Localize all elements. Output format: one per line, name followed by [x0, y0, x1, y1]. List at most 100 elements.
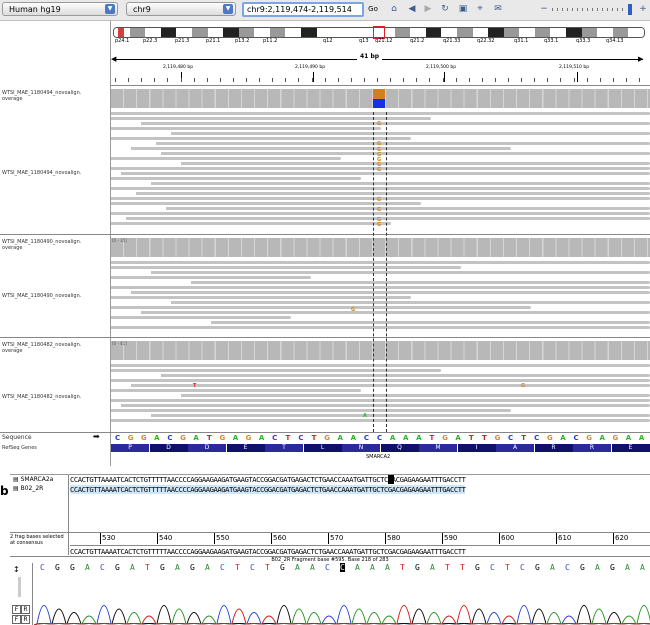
button-r2[interactable]: R: [21, 615, 30, 624]
cytoband-label: q21.33: [443, 38, 461, 44]
refseq-label: RefSeq Genes: [2, 445, 37, 451]
read[interactable]: [211, 321, 650, 324]
minor-tick: [167, 78, 168, 82]
read[interactable]: [111, 127, 381, 130]
sequence-label: Sequence: [2, 434, 32, 441]
read[interactable]: [171, 301, 650, 304]
read[interactable]: [141, 311, 650, 314]
alignment-track[interactable]: G: [111, 261, 650, 335]
read[interactable]: [111, 137, 411, 140]
chromosome-dropdown[interactable]: chr9 ▼: [126, 2, 236, 16]
read[interactable]: [126, 217, 650, 220]
chevron-down-icon: ▼: [223, 4, 233, 14]
zoom-thumb[interactable]: [628, 4, 632, 15]
file-item[interactable]: ▤ B02_2R: [13, 485, 43, 492]
read[interactable]: [141, 122, 650, 125]
read[interactable]: [136, 192, 650, 195]
minor-tick: [626, 78, 627, 82]
button-f[interactable]: F: [12, 605, 21, 614]
zoom-icon[interactable]: ↕: [13, 565, 20, 574]
read[interactable]: [111, 266, 461, 269]
go-button[interactable]: Go: [366, 3, 380, 16]
zoom-out-icon[interactable]: −: [537, 3, 551, 16]
coverage-mismatch-g: [373, 89, 385, 99]
alignment-track[interactable]: TGA: [111, 364, 650, 430]
file-item[interactable]: ▤ SMARCA2a: [13, 476, 53, 483]
strand-arrow-icon[interactable]: ➡: [93, 432, 100, 441]
zoom-in-icon[interactable]: +: [636, 3, 650, 16]
locus-input[interactable]: chr9:2,119,474-2,119,514: [242, 2, 364, 17]
reference-base: G: [491, 433, 504, 443]
read[interactable]: [111, 316, 291, 319]
ruler-number: 620: [615, 534, 628, 542]
genome-dropdown[interactable]: Human hg19 ▼: [2, 2, 118, 16]
region-icon[interactable]: ⌖: [473, 3, 487, 16]
read[interactable]: [151, 271, 650, 274]
minor-tick: [259, 78, 260, 82]
read[interactable]: [181, 394, 650, 397]
read[interactable]: [111, 202, 421, 205]
trace-base: G: [280, 563, 285, 572]
read[interactable]: [111, 306, 531, 309]
button-r[interactable]: R: [21, 605, 30, 614]
read[interactable]: [161, 374, 650, 377]
read[interactable]: [131, 147, 511, 150]
sequence-viewer: ▤ SMARCA2a ▤ B02_2R CCACTGTTAAAATCACTCTG…: [10, 474, 650, 625]
read[interactable]: [111, 222, 391, 225]
read[interactable]: [111, 364, 650, 367]
button-f2[interactable]: F: [12, 615, 21, 624]
reference-base: T: [281, 433, 294, 443]
read[interactable]: [166, 207, 650, 210]
read[interactable]: [151, 414, 650, 417]
trace-base: G: [55, 563, 60, 572]
read[interactable]: [111, 112, 650, 115]
read[interactable]: [111, 276, 311, 279]
resize-icon[interactable]: ▣: [456, 3, 470, 16]
ruler-tick: [442, 533, 443, 544]
read[interactable]: [111, 117, 431, 120]
alignment-track[interactable]: GGGGGGGGGGG: [111, 112, 650, 232]
read[interactable]: [111, 157, 341, 160]
trace-base: C: [490, 563, 495, 572]
read[interactable]: [111, 409, 511, 412]
trace-base: A: [205, 563, 210, 572]
read[interactable]: [161, 152, 650, 155]
read[interactable]: [111, 389, 361, 392]
read[interactable]: [111, 187, 650, 190]
cytoband-label: q21.12: [375, 38, 393, 44]
read[interactable]: [131, 384, 650, 387]
read[interactable]: [111, 419, 650, 422]
popup-icon[interactable]: ✉: [491, 3, 505, 16]
zoom-slider[interactable]: [552, 8, 624, 11]
cytoband-labels: p24.1p22.3p21.3p21.1p13.2p11.2q12q13q21.…: [113, 38, 643, 46]
forward-icon[interactable]: ▶: [421, 3, 435, 16]
coverage-track[interactable]: [0 - 41]: [111, 89, 650, 108]
read[interactable]: [111, 296, 411, 299]
read[interactable]: [111, 177, 361, 180]
read[interactable]: [111, 326, 650, 329]
read[interactable]: [151, 182, 650, 185]
read[interactable]: [181, 162, 650, 165]
read[interactable]: [171, 132, 650, 135]
read[interactable]: [191, 281, 650, 284]
home-icon[interactable]: ⌂: [387, 3, 401, 16]
cytoband: [597, 28, 613, 37]
trace-base: A: [175, 563, 180, 572]
refresh-icon[interactable]: ↻: [438, 3, 452, 16]
read[interactable]: [111, 369, 441, 372]
genome-value: Human hg19: [9, 5, 61, 14]
read[interactable]: [111, 379, 650, 382]
reference-base: G: [216, 433, 229, 443]
minor-tick: [416, 78, 417, 82]
chromatogram[interactable]: [34, 579, 650, 625]
read[interactable]: [111, 286, 650, 289]
tick-mark: [577, 72, 578, 82]
coverage-track[interactable]: [0 - 41]: [111, 341, 650, 360]
read[interactable]: [111, 399, 650, 402]
coverage-track[interactable]: [0 - 35]: [111, 238, 650, 257]
read[interactable]: [156, 142, 650, 145]
read[interactable]: [131, 291, 650, 294]
vertical-scale-slider[interactable]: [18, 577, 21, 597]
back-icon[interactable]: ◀: [405, 3, 419, 16]
read[interactable]: [111, 261, 650, 264]
